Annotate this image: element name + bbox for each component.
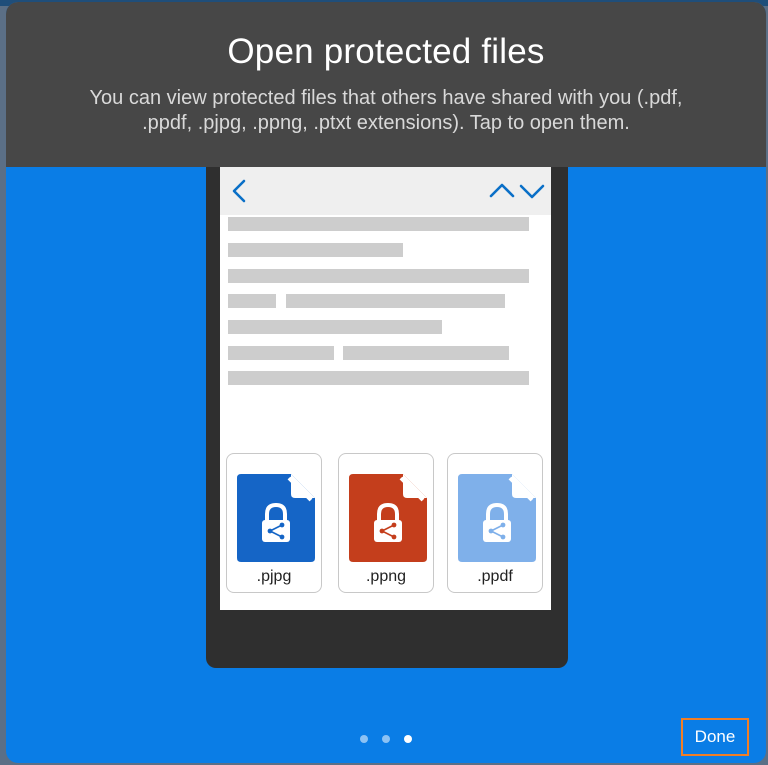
phone-illustration: .pjpg .ppng .ppdf: [206, 102, 568, 668]
placeholder-text-line: [343, 346, 509, 360]
locked-file-icon: [349, 474, 427, 562]
file-label: .ppng: [365, 568, 407, 585]
done-button[interactable]: Done: [681, 718, 749, 756]
chevron-up-icon[interactable]: [488, 177, 516, 205]
locked-file-icon: [237, 474, 315, 562]
placeholder-text-line: [228, 243, 403, 257]
page-dot[interactable]: [359, 735, 368, 743]
chevron-left-icon[interactable]: [226, 177, 254, 205]
file-label: .ppdf: [477, 568, 513, 585]
header-panel: Open protected files You can view protec…: [6, 2, 766, 167]
file-label: .pjpg: [256, 568, 292, 585]
page-dot-active[interactable]: [404, 735, 413, 743]
placeholder-text-line: [228, 320, 442, 334]
file-card-pjpg[interactable]: .pjpg: [226, 453, 322, 593]
file-card-ppng[interactable]: .ppng: [338, 453, 434, 593]
placeholder-text-line: [228, 294, 276, 308]
placeholder-text-line: [228, 371, 529, 385]
page-indicator: [6, 730, 766, 743]
placeholder-text-line: [228, 217, 529, 231]
onboarding-sheet: Open protected files You can view protec…: [6, 2, 766, 763]
locked-file-icon: [458, 474, 536, 562]
dialog-title: Open protected files: [227, 32, 545, 71]
dialog-subtitle: You can view protected files that others…: [89, 87, 683, 134]
chevron-down-icon[interactable]: [518, 177, 546, 205]
page-dot[interactable]: [382, 735, 390, 743]
placeholder-text-line: [228, 346, 334, 360]
placeholder-text-line: [228, 269, 529, 283]
placeholder-text-line: [286, 294, 505, 308]
viewer-toolbar: [220, 167, 551, 215]
file-card-ppdf[interactable]: .ppdf: [447, 453, 543, 593]
phone-screen: .pjpg .ppng .ppdf: [220, 167, 551, 610]
